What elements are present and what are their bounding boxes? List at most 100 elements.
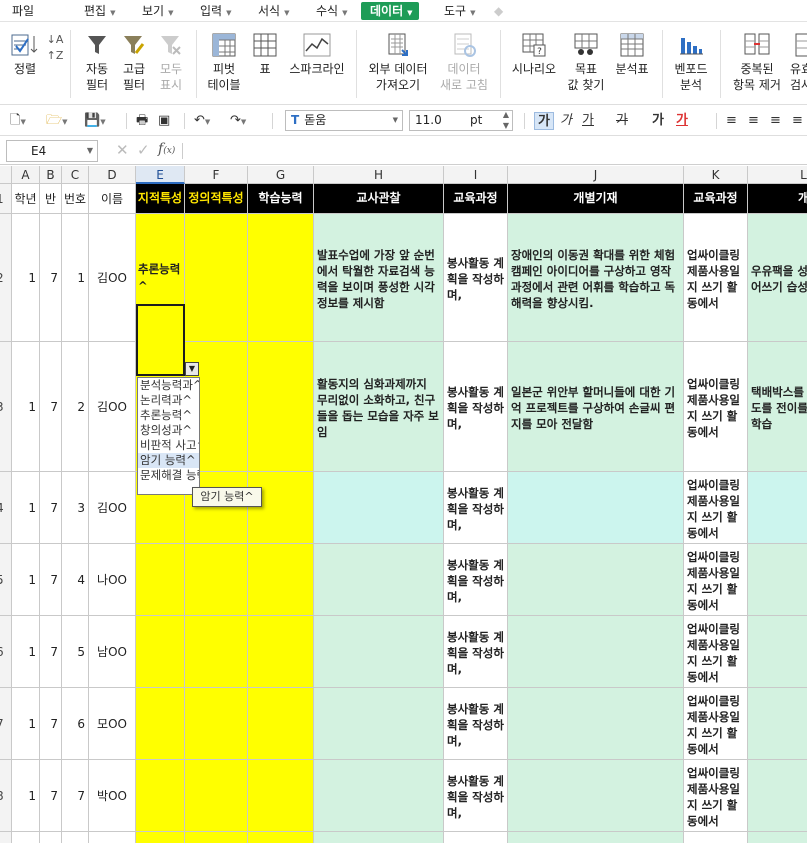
benford-button[interactable]: 벤포드 분석 — [670, 32, 712, 93]
open-folder-icon[interactable]: 🗁▼ — [46, 112, 68, 130]
curriculum2-cell[interactable] — [684, 832, 748, 843]
individual-record-cell[interactable]: 장애인의 이동권 확대를 위한 체험 캠페인 아이디어를 구상하고 영작 과정에… — [508, 214, 684, 342]
class-cell[interactable]: 7 — [40, 472, 62, 544]
goal-seek-button[interactable]: 목표 값 찾기 — [564, 32, 608, 93]
menu-insert[interactable]: 입력 ▼ — [200, 2, 231, 20]
curriculum2-cell[interactable]: 업싸이클링 제품사용일지 쓰기 활동에서 — [684, 214, 748, 342]
teacher-observation-cell[interactable] — [314, 616, 444, 688]
number-cell[interactable]: 8 — [62, 832, 89, 843]
individual-record2-cell[interactable] — [748, 832, 807, 843]
grade-cell[interactable]: 1 — [12, 760, 40, 832]
font-size-field[interactable]: 11.0 pt ▲ ▼ — [409, 110, 513, 131]
column-header-c[interactable]: C — [62, 166, 89, 184]
sort-button[interactable]: 정렬 — [8, 32, 42, 77]
grade-cell[interactable]: 1 — [12, 688, 40, 760]
dropdown-arrow-icon[interactable]: ▼ — [185, 362, 199, 376]
function-icon[interactable]: f(x) — [158, 141, 175, 157]
column-header-e[interactable]: E — [136, 166, 185, 184]
column-header-j[interactable]: J — [508, 166, 684, 184]
grade-cell[interactable]: 1 — [12, 342, 40, 472]
print-preview-icon[interactable]: ▣ — [158, 112, 170, 130]
align-center-icon[interactable]: ≡ — [748, 112, 759, 130]
learning-ability-cell[interactable] — [248, 544, 314, 616]
curriculum2-cell[interactable]: 업싸이클링 제품사용일지 쓰기 활동에서 — [684, 342, 748, 472]
curriculum-cell[interactable]: 봉사활동 계획을 작성하며, — [444, 544, 508, 616]
header-cell-c[interactable]: 번호 — [62, 184, 89, 214]
formula-input[interactable] — [186, 140, 807, 162]
number-cell[interactable]: 5 — [62, 616, 89, 688]
number-cell[interactable]: 3 — [62, 472, 89, 544]
external-data-button[interactable]: 외부 데이터 가져오기 — [364, 32, 432, 93]
new-document-icon[interactable]: 🗋▼ — [10, 112, 26, 130]
class-cell[interactable]: 7 — [40, 760, 62, 832]
selected-cell-e4[interactable] — [136, 304, 185, 376]
dropdown-option[interactable]: 논리력과^ — [138, 393, 199, 408]
refresh-button[interactable]: 데이터 새로 고침 — [436, 32, 492, 93]
header-cell-f[interactable]: 정의적특성 — [185, 184, 248, 214]
align-left-icon[interactable]: ≡ — [726, 112, 737, 130]
sparkline-button[interactable]: 스파크라인 — [286, 32, 348, 77]
learning-ability-cell[interactable] — [248, 688, 314, 760]
dropdown-option[interactable]: 암기 능력^ — [138, 453, 199, 468]
grade-cell[interactable]: 1 — [12, 214, 40, 342]
menu-edit[interactable]: 편집 ▼ — [84, 2, 115, 20]
grade-cell[interactable]: 1 — [12, 544, 40, 616]
row-header-6[interactable]: 6 — [0, 616, 12, 688]
individual-record2-cell[interactable] — [748, 688, 807, 760]
curriculum-cell[interactable]: 봉사활동 계획을 작성하며, — [444, 342, 508, 472]
row-header-3[interactable]: 3 — [0, 342, 12, 472]
column-header-f[interactable]: F — [185, 166, 248, 184]
advanced-filter-button[interactable]: 고급 필터 — [117, 32, 151, 93]
trait-cell[interactable] — [136, 832, 185, 843]
collapse-icon[interactable]: ◆ — [494, 2, 503, 20]
cancel-icon[interactable]: ✕ — [116, 141, 129, 159]
menu-formula[interactable]: 수식 ▼ — [316, 2, 347, 20]
curriculum2-cell[interactable]: 업싸이클링 제품사용일지 쓰기 활동에서 — [684, 544, 748, 616]
redo-icon[interactable]: ↷▼ — [230, 112, 246, 130]
align-right-icon[interactable]: ≡ — [770, 112, 781, 130]
individual-record-cell[interactable] — [508, 544, 684, 616]
individual-record-cell[interactable] — [508, 760, 684, 832]
show-all-button[interactable]: 모두 표시 — [154, 32, 188, 93]
validation-button[interactable]: 유효 검사 — [790, 32, 807, 93]
individual-record2-cell[interactable]: 우유팩을 성장관찰일어쓰기 습성실히 관 — [748, 214, 807, 342]
name-cell[interactable]: 김OO — [89, 214, 136, 342]
remove-duplicates-button[interactable]: 중복된 항목 제거 — [728, 32, 786, 93]
affective-cell[interactable] — [185, 544, 248, 616]
grade-cell[interactable]: 1 — [12, 472, 40, 544]
dropdown-option[interactable]: 비판적 사고^ — [138, 438, 199, 453]
grade-cell[interactable]: 1 — [12, 616, 40, 688]
column-header-l[interactable]: L — [748, 166, 807, 184]
underline-button[interactable]: 가 — [582, 112, 594, 130]
column-header-d[interactable]: D — [89, 166, 136, 184]
name-box[interactable]: E4 ▼ — [6, 140, 98, 162]
row-header-1[interactable]: 1 — [0, 184, 12, 214]
learning-ability-cell[interactable] — [248, 616, 314, 688]
curriculum2-cell[interactable]: 업싸이클링 제품사용일지 쓰기 활동에서 — [684, 688, 748, 760]
italic-button[interactable]: 가 — [560, 112, 572, 130]
shadow-button[interactable]: 가 — [652, 112, 664, 130]
affective-cell[interactable] — [185, 616, 248, 688]
trait-cell[interactable] — [136, 544, 185, 616]
print-icon[interactable]: 🖶 — [136, 112, 148, 130]
curriculum2-cell[interactable]: 업싸이클링 제품사용일지 쓰기 활동에서 — [684, 472, 748, 544]
trait-cell[interactable] — [136, 760, 185, 832]
font-name-field[interactable]: T 돋움 ▼ — [285, 110, 403, 131]
individual-record-cell[interactable] — [508, 688, 684, 760]
curriculum-cell[interactable]: 봉사활동 계획을 작성하며, — [444, 214, 508, 342]
individual-record-cell[interactable] — [508, 832, 684, 843]
individual-record2-cell[interactable] — [748, 472, 807, 544]
teacher-observation-cell[interactable] — [314, 688, 444, 760]
learning-ability-cell[interactable] — [248, 832, 314, 843]
column-header-g[interactable]: G — [248, 166, 314, 184]
affective-cell[interactable] — [185, 760, 248, 832]
learning-ability-cell[interactable] — [248, 472, 314, 544]
header-cell-d[interactable]: 이름 — [89, 184, 136, 214]
learning-ability-cell[interactable] — [248, 342, 314, 472]
justify-icon[interactable]: ≡ — [792, 112, 803, 130]
class-cell[interactable]: 7 — [40, 832, 62, 843]
individual-record2-cell[interactable]: 택배박스를 방한용온도를 전이를 통해휘를 학습 — [748, 342, 807, 472]
name-cell[interactable]: 남OO — [89, 616, 136, 688]
affective-cell[interactable] — [185, 214, 248, 342]
name-cell[interactable]: 박OO — [89, 832, 136, 843]
